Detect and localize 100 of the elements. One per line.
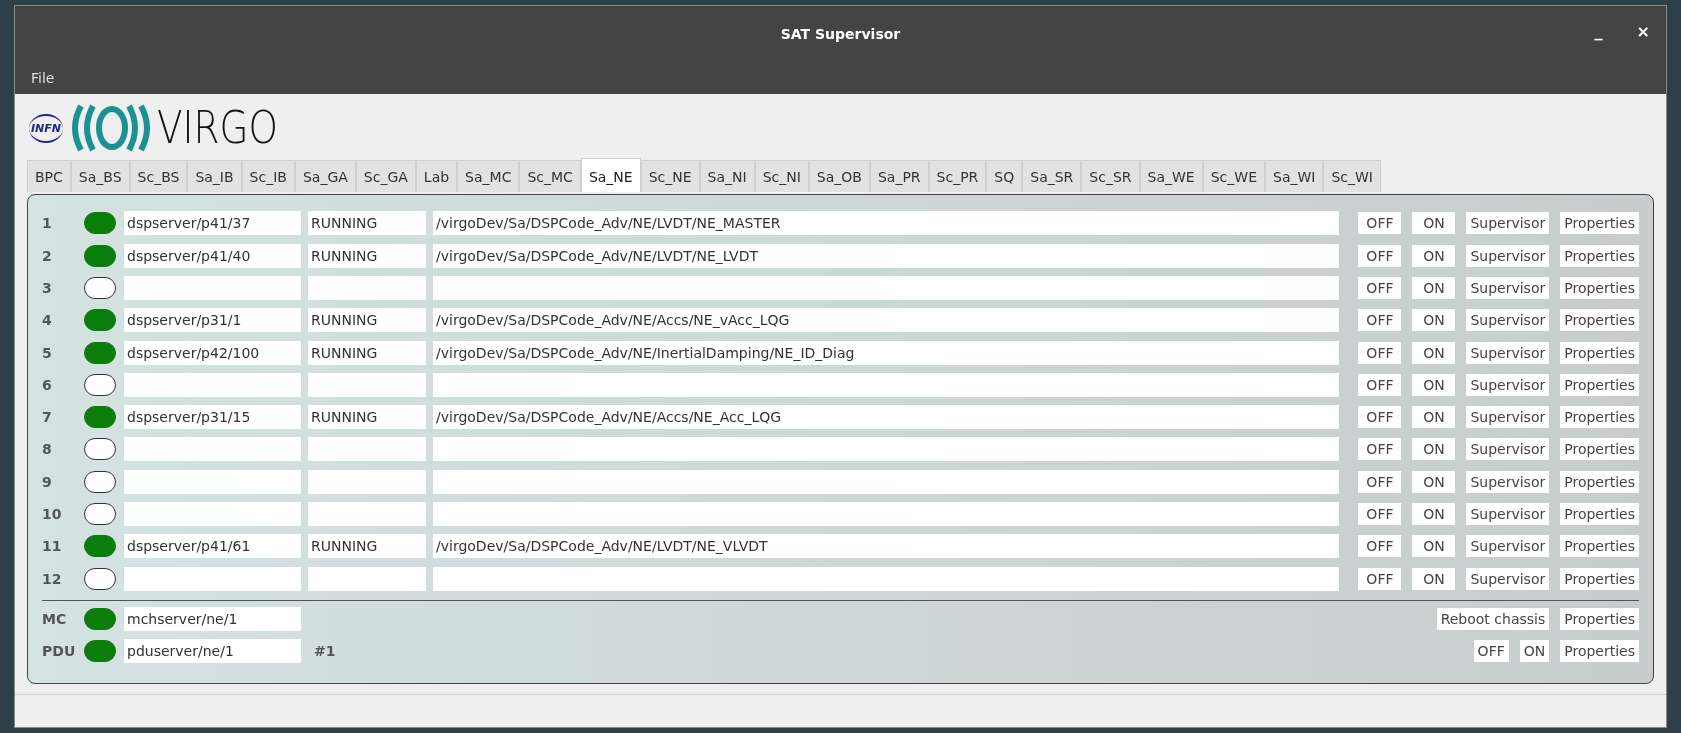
action-button[interactable]: Supervisor <box>1466 244 1550 267</box>
close-button[interactable]: × <box>1630 22 1656 41</box>
row-number: 5 <box>42 344 53 361</box>
action-button[interactable]: OFF <box>1358 567 1402 590</box>
tab[interactable]: BPC <box>27 160 71 193</box>
tab[interactable]: Sc_IB <box>241 160 295 193</box>
action-button[interactable]: Properties <box>1560 640 1639 663</box>
action-button[interactable]: Properties <box>1560 535 1639 558</box>
tab[interactable]: Sc_GA <box>355 160 416 193</box>
action-button[interactable]: Supervisor <box>1466 503 1550 526</box>
action-button[interactable]: OFF <box>1358 438 1402 461</box>
action-button[interactable]: OFF <box>1358 277 1402 299</box>
status-field: RUNNING <box>308 308 426 333</box>
row-number: 1 <box>42 215 53 232</box>
minimize-button[interactable]: _ <box>1588 22 1609 41</box>
action-button[interactable]: ON <box>1412 212 1456 235</box>
action-button[interactable]: ON <box>1412 503 1456 526</box>
row-number: 11 <box>42 538 63 555</box>
action-button[interactable]: ON <box>1412 567 1456 590</box>
path-field: /virgoDev/Sa/DSPCode_Adv/NE/LVDT/NE_LVDT <box>433 243 1339 268</box>
tab[interactable]: Sa_IB <box>187 160 242 193</box>
device-label: PDU <box>42 643 77 660</box>
tab[interactable]: Lab <box>415 160 458 193</box>
action-button[interactable]: Supervisor <box>1466 470 1550 493</box>
action-button[interactable]: OFF <box>1358 309 1402 332</box>
action-button[interactable]: Supervisor <box>1466 438 1550 461</box>
action-button[interactable]: ON <box>1412 406 1456 429</box>
action-button[interactable]: Supervisor <box>1466 406 1550 429</box>
action-button[interactable]: Properties <box>1560 244 1639 267</box>
tab[interactable]: SQ <box>986 160 1023 193</box>
tab[interactable]: Sc_MC <box>519 160 581 193</box>
action-button[interactable]: ON <box>1412 438 1456 461</box>
action-button[interactable]: ON <box>1412 470 1456 493</box>
row-number: 8 <box>42 441 53 458</box>
tab[interactable]: Sc_NE <box>640 160 700 193</box>
action-button[interactable]: Properties <box>1560 277 1639 299</box>
action-button[interactable]: Properties <box>1560 503 1639 526</box>
action-button[interactable]: ON <box>1519 640 1550 663</box>
tab[interactable]: Sc_NI <box>754 160 809 193</box>
action-button[interactable]: OFF <box>1358 406 1402 429</box>
tab[interactable]: Sa_OB <box>808 160 870 193</box>
action-button[interactable]: ON <box>1412 535 1456 558</box>
tab[interactable]: Sa_SR <box>1022 160 1082 193</box>
tab[interactable]: Sa_WI <box>1265 160 1324 193</box>
server-field: dspserver/p41/61 <box>124 534 301 559</box>
action-button[interactable]: Properties <box>1560 567 1639 590</box>
action-button[interactable]: OFF <box>1358 535 1402 558</box>
action-button[interactable]: OFF <box>1358 373 1402 396</box>
action-button[interactable]: ON <box>1412 373 1456 396</box>
action-button[interactable]: Supervisor <box>1466 309 1550 332</box>
action-button[interactable]: ON <box>1412 277 1456 299</box>
action-button[interactable]: OFF <box>1358 244 1402 267</box>
menu-item[interactable]: File <box>29 69 57 86</box>
action-button[interactable]: Supervisor <box>1466 373 1550 396</box>
action-button[interactable]: Properties <box>1560 406 1639 429</box>
tab[interactable]: Sa_MC <box>457 160 520 193</box>
action-button[interactable]: OFF <box>1473 640 1509 663</box>
action-button[interactable]: OFF <box>1358 212 1402 235</box>
path-field: /virgoDev/Sa/DSPCode_Adv/NE/LVDT/NE_MASTER <box>433 211 1339 236</box>
device-tag: #1 <box>314 643 336 660</box>
action-button[interactable]: Reboot chassis <box>1436 607 1550 630</box>
row-number: 10 <box>42 506 63 523</box>
action-button[interactable]: Properties <box>1560 341 1639 364</box>
action-button[interactable]: Properties <box>1560 212 1639 235</box>
tab[interactable]: Sa_NI <box>699 160 755 193</box>
action-button[interactable]: ON <box>1412 244 1456 267</box>
status-field: RUNNING <box>308 243 426 268</box>
tab[interactable]: Sa_NE <box>580 158 641 193</box>
tab[interactable]: Sc_WI <box>1323 160 1381 193</box>
action-button[interactable]: OFF <box>1358 503 1402 526</box>
tab[interactable]: Sc_BS <box>129 160 188 193</box>
row-number: 2 <box>42 247 53 264</box>
action-button[interactable]: Supervisor <box>1466 277 1550 299</box>
action-button[interactable]: OFF <box>1358 470 1402 493</box>
tab[interactable]: Sc_PR <box>928 160 987 193</box>
tab[interactable]: Sc_SR <box>1081 160 1140 193</box>
action-button[interactable]: Properties <box>1560 470 1639 493</box>
action-button[interactable]: Properties <box>1560 373 1639 396</box>
path-field: /virgoDev/Sa/DSPCode_Adv/NE/InertialDamping/NE_ID_Diag <box>433 340 1339 365</box>
action-button[interactable]: Supervisor <box>1466 341 1550 364</box>
action-button[interactable]: Properties <box>1560 438 1639 461</box>
server-field: dspserver/p41/37 <box>124 211 301 236</box>
action-button[interactable]: Supervisor <box>1466 535 1550 558</box>
tab[interactable]: Sa_WE <box>1139 160 1203 193</box>
action-button[interactable]: OFF <box>1358 341 1402 364</box>
device-label: MC <box>42 610 68 627</box>
status-field: RUNNING <box>308 340 426 365</box>
virgo-logo-text: VIRGO <box>157 106 279 151</box>
server-field: dspserver/p41/40 <box>124 243 301 268</box>
tab[interactable]: Sa_BS <box>70 160 130 193</box>
tab[interactable]: Sc_WE <box>1202 160 1265 193</box>
action-button[interactable]: ON <box>1412 309 1456 332</box>
row-number: 6 <box>42 376 53 393</box>
action-button[interactable]: ON <box>1412 341 1456 364</box>
action-button[interactable]: Properties <box>1560 607 1639 630</box>
action-button[interactable]: Properties <box>1560 309 1639 332</box>
tab[interactable]: Sa_PR <box>869 160 929 193</box>
tab[interactable]: Sa_GA <box>294 160 356 193</box>
action-button[interactable]: Supervisor <box>1466 567 1550 590</box>
action-button[interactable]: Supervisor <box>1466 212 1550 235</box>
